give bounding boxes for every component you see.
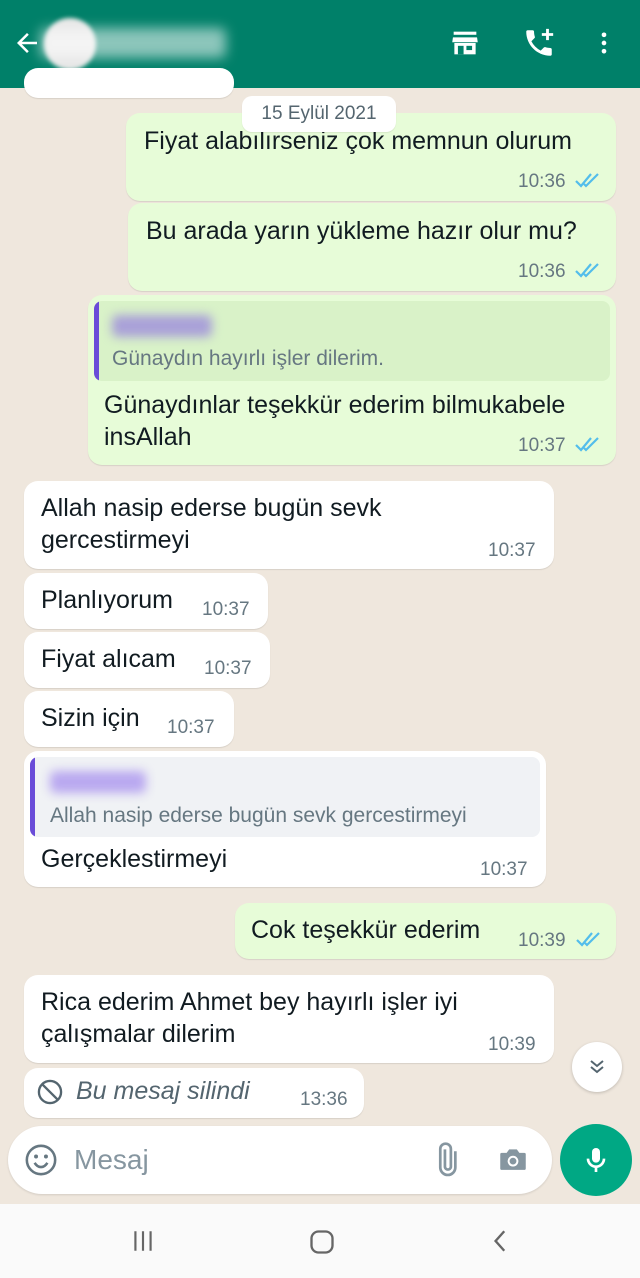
message-text: Fiyat alıcam — [41, 645, 176, 673]
message-bubble-deleted[interactable]: Bu mesaj silindi 13:36 — [24, 1068, 364, 1118]
message-bubble-reply[interactable]: Allah nasip ederse bugün sevk gercestirm… — [24, 751, 546, 887]
scroll-to-bottom-button[interactable] — [572, 1042, 622, 1092]
reply-quote-author — [50, 771, 146, 793]
camera-icon[interactable] — [496, 1143, 530, 1177]
message-text-line-2: gercestirmeyi — [41, 526, 190, 554]
reply-quote-bar — [94, 301, 99, 381]
chevron-double-down-icon — [590, 1060, 604, 1074]
reply-quote-author — [112, 315, 212, 337]
message-time: 10:39 — [488, 1034, 536, 1055]
emoji-icon[interactable] — [24, 1143, 58, 1177]
mic-button[interactable] — [560, 1124, 632, 1196]
message-text: Planlıyorum — [41, 586, 173, 614]
reply-quote-text: Allah nasip ederse bugün sevk gercestirm… — [50, 804, 467, 827]
home-icon[interactable] — [308, 1228, 336, 1256]
recent-apps-icon[interactable] — [130, 1228, 156, 1254]
message-text-line-1: Allah nasip ederse bugün sevk — [41, 494, 382, 522]
message-text: Cok teşekkür ederim — [251, 916, 481, 944]
message-time: 10:37 — [480, 859, 528, 880]
read-ticks-icon — [575, 173, 599, 188]
date-chip: 15 Eylül 2021 — [242, 96, 396, 132]
message-time: 13:36 — [300, 1089, 348, 1110]
reply-quote[interactable]: Günaydın hayırlı işler dilerim. — [94, 301, 610, 381]
message-time: 10:37 — [518, 435, 566, 456]
reply-quote-text: Günaydın hayırlı işler dilerim. — [112, 347, 384, 370]
attach-icon[interactable] — [428, 1142, 464, 1178]
message-time: 10:37 — [488, 540, 536, 561]
contact-name[interactable] — [40, 28, 226, 58]
message-bubble[interactable]: Planlıyorum 10:37 — [24, 573, 268, 629]
deleted-text: Bu mesaj silindi — [76, 1077, 250, 1105]
chat-area[interactable]: Fiyat alabılırseniz çok memnun olurum 10… — [0, 68, 640, 1118]
back-nav-icon[interactable] — [488, 1228, 514, 1254]
read-ticks-icon — [576, 932, 600, 947]
message-time: 10:37 — [204, 658, 252, 679]
more-vert-icon[interactable] — [590, 26, 618, 60]
message-time: 10:36 — [518, 261, 566, 282]
add-call-icon[interactable] — [522, 26, 556, 60]
read-ticks-icon — [575, 263, 599, 278]
message-bubble[interactable]: Cok teşekkür ederim 10:39 — [235, 903, 616, 959]
read-ticks-icon — [575, 437, 599, 452]
reply-quote-bar — [30, 757, 35, 837]
composer — [8, 1126, 552, 1194]
reply-quote[interactable]: Allah nasip ederse bugün sevk gercestirm… — [30, 757, 540, 837]
message-bubble[interactable]: Bu arada yarın yükleme hazır olur mu? 10… — [128, 203, 616, 291]
message-bubble[interactable]: Allah nasip ederse bugün sevk gercestirm… — [24, 481, 554, 569]
message-bubble-reply[interactable]: Günaydın hayırlı işler dilerim. Günaydın… — [88, 295, 616, 465]
shop-icon[interactable] — [448, 26, 482, 60]
message-time: 10:37 — [202, 599, 250, 620]
message-text-line-2: çalışmalar dilerim — [41, 1020, 236, 1048]
android-nav-bar — [0, 1204, 640, 1278]
message-text: Sizin için — [41, 704, 140, 732]
message-bubble-partial[interactable] — [24, 68, 234, 98]
message-time: 10:39 — [518, 930, 566, 951]
message-bubble[interactable]: Fiyat alıcam 10:37 — [24, 632, 270, 688]
message-bubble[interactable]: Rica ederim Ahmet bey hayırlı işler iyi … — [24, 975, 554, 1063]
mic-icon — [586, 1148, 606, 1172]
message-time: 10:37 — [167, 717, 215, 738]
deleted-icon — [37, 1079, 63, 1105]
message-text: Gerçeklestirmeyi — [41, 845, 228, 873]
message-text-line-1: Rica ederim Ahmet bey hayırlı işler iyi — [41, 988, 458, 1016]
message-bubble[interactable]: Sizin için 10:37 — [24, 691, 234, 747]
message-text: Bu arada yarın yükleme hazır olur mu? — [146, 217, 577, 245]
message-text-line-1: Günaydınlar teşekkür ederim bilmukabele — [104, 391, 566, 419]
message-text-line-2: insAllah — [104, 423, 192, 451]
message-time: 10:36 — [518, 171, 566, 192]
message-input[interactable] — [74, 1140, 414, 1180]
back-arrow-icon[interactable] — [12, 28, 42, 58]
